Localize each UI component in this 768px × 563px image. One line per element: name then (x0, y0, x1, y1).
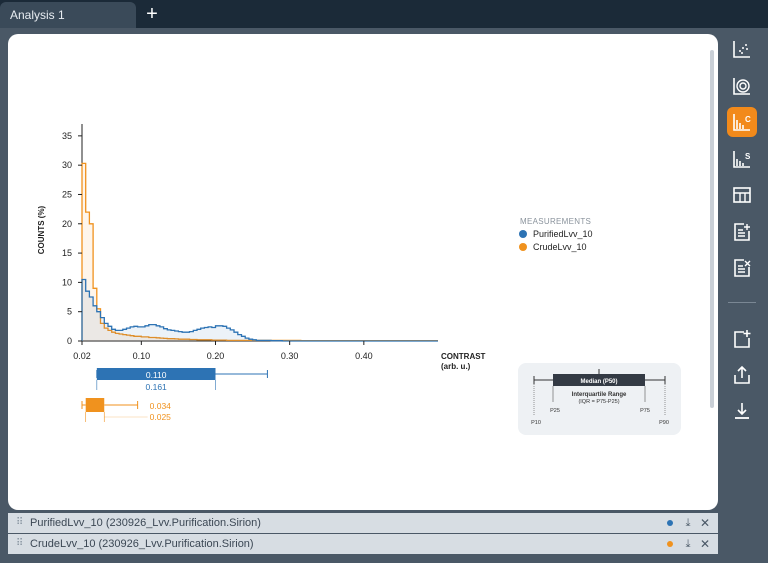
download-icon (735, 403, 749, 419)
y-tick-label-3: 15 (62, 248, 72, 258)
x-tick-label-2: 0.20 (207, 351, 225, 361)
edit-note-button[interactable] (727, 253, 757, 283)
x-axis-unit: (arb. u.) (441, 362, 471, 371)
y-tick-label-5: 25 (62, 189, 72, 199)
svg-text:S: S (745, 152, 751, 161)
download-icon[interactable]: ⤓ (682, 534, 694, 554)
add-panel-button[interactable] (727, 324, 757, 354)
sample-row-purified[interactable]: ⠿ PurifiedLvv_10 (230926_Lvv.Purificatio… (8, 513, 718, 533)
sample-color-dot (667, 520, 673, 526)
add-panel-icon (734, 330, 751, 348)
boxplot-key: Median (P50) Interquartile Range (IQR = … (518, 363, 681, 435)
key-p75-label: P75 (640, 408, 650, 414)
add-tab-button[interactable]: + (143, 4, 161, 24)
legend-title: MEASUREMENTS (520, 217, 591, 226)
legend-label-crude: CrudeLvv_10 (533, 242, 587, 252)
svg-text:C: C (745, 115, 751, 124)
edit-note-icon (734, 259, 751, 277)
histogram-c-button[interactable]: C (727, 107, 757, 137)
key-p10-label: P10 (531, 420, 541, 426)
box-iqr-label-1: 0.025 (150, 412, 172, 422)
key-median-label: Median (P50) (580, 379, 617, 385)
download-button[interactable] (727, 396, 757, 426)
y-tick-label-0: 0 (67, 336, 72, 346)
legend-label-purified: PurifiedLvv_10 (533, 229, 593, 239)
box-iqr-label-0: 0.161 (146, 382, 168, 392)
y-tick-label-6: 30 (62, 160, 72, 170)
tab-analysis-1[interactable]: Analysis 1 (0, 2, 136, 28)
close-icon[interactable]: ✕ (699, 513, 711, 533)
drag-handle-icon[interactable]: ⠿ (16, 534, 23, 554)
share-button[interactable] (727, 360, 757, 390)
key-p90-label: P90 (659, 420, 669, 426)
histogram-s-icon: S (733, 151, 751, 168)
scatter-plot-icon (733, 41, 750, 58)
scatter-plot-button[interactable] (727, 34, 757, 64)
x-tick-label-3: 0.30 (281, 351, 299, 361)
histogram-line-1 (81, 162, 438, 342)
y-axis-label: COUNTS (%) (37, 205, 46, 254)
sample-name: PurifiedLvv_10 (230926_Lvv.Purification.… (30, 517, 261, 529)
sample-name: CrudeLvv_10 (230926_Lvv.Purification.Sir… (30, 538, 254, 550)
tab-bar: Analysis 1 + (0, 0, 768, 28)
histogram-s-button[interactable]: S (727, 144, 757, 174)
histogram-fill-1 (82, 163, 438, 341)
legend: MEASUREMENTS PurifiedLvv_10 CrudeLvv_10 (519, 217, 593, 252)
sample-row-crude[interactable]: ⠿ CrudeLvv_10 (230926_Lvv.Purification.S… (8, 534, 718, 554)
add-note-button[interactable] (727, 217, 757, 247)
download-icon[interactable]: ⤓ (682, 513, 694, 533)
key-iqr-label: Interquartile Range (572, 392, 627, 398)
legend-swatch-crude (519, 243, 527, 251)
close-icon[interactable]: ✕ (699, 534, 711, 554)
x-axis-label: CONTRAST (441, 352, 486, 361)
box-median-label-1: 0.034 (150, 401, 172, 411)
box-iqr-1 (85, 398, 105, 412)
panel-scrollbar[interactable] (710, 50, 714, 408)
y-tick-label-2: 10 (62, 277, 72, 287)
add-note-icon (734, 223, 750, 241)
table-icon (733, 187, 751, 203)
sample-color-dot (667, 541, 673, 547)
x-tick-label-4: 0.40 (355, 351, 373, 361)
drag-handle-icon[interactable]: ⠿ (16, 513, 23, 533)
legend-swatch-purified (519, 230, 527, 238)
share-icon (734, 365, 750, 384)
key-iqr-formula: (IQR = P75-P25) (578, 399, 619, 405)
y-tick-label-4: 20 (62, 219, 72, 229)
y-tick-label-7: 35 (62, 131, 72, 141)
target-icon (733, 78, 750, 95)
chart-panel: 0 5 10 15 20 25 30 35 0.02 0.10 0.20 0.30 0.40 COUNT… (8, 34, 718, 510)
histogram-fill-0 (82, 279, 438, 341)
histogram-chart: 0 5 10 15 20 25 30 35 0.02 0.10 0.20 0.30 0.40 COUNT… (37, 124, 681, 435)
x-tick-label-1: 0.10 (133, 351, 151, 361)
rail-divider (728, 302, 756, 303)
target-button[interactable] (727, 71, 757, 101)
table-button[interactable] (727, 180, 757, 210)
x-tick-label-0: 0.02 (73, 351, 91, 361)
key-p25-label: P25 (550, 408, 560, 414)
tool-rail: C S (724, 34, 760, 510)
histogram-c-icon: C (733, 114, 751, 131)
y-tick-label-1: 5 (67, 307, 72, 317)
box-median-label-0: 0.110 (146, 370, 167, 380)
